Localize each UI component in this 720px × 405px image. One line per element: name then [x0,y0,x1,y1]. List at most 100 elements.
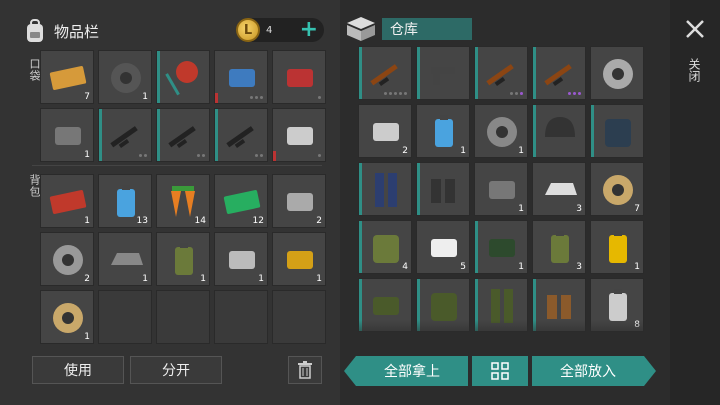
item-quantity: 1 [84,332,90,342]
storage-slot[interactable]: 7 [590,162,644,216]
bandage-icon [431,239,457,257]
storage-slot[interactable] [474,46,528,100]
item-quantity: 1 [316,274,322,284]
grid-sort-icon [491,362,509,380]
assault-rifle-icon [226,126,254,149]
item-quantity: 1 [142,92,148,102]
pocket-slot[interactable] [272,50,326,104]
storage-slot[interactable]: 3 [532,220,586,274]
backpack-slot[interactable]: 1 [272,232,326,286]
silver-ingots-icon [545,183,577,195]
item-quantity: 1 [518,146,524,156]
backpack-slot[interactable]: 1 [156,232,210,286]
backpack-slot[interactable] [156,290,210,344]
jerrycan-icon [551,231,569,263]
equipped-marker [359,47,362,99]
pocket-slot[interactable] [214,108,268,162]
storage-slot[interactable] [590,46,644,100]
upgrade-dots [510,92,523,95]
pistol-icon [431,67,455,85]
storage-slot[interactable]: 2 [358,104,412,158]
flashlight-icon [55,127,81,145]
storage-slot[interactable] [532,104,586,158]
storage-slot[interactable]: 1 [474,104,528,158]
backpack-slot[interactable]: 12 [214,174,268,228]
equipped-marker [359,163,362,215]
backpack-slot[interactable]: 1 [40,174,94,228]
storage-slot[interactable] [416,46,470,100]
item-quantity: 5 [460,262,466,272]
pocket-slot[interactable]: 7 [40,50,94,104]
durability-marker [273,151,276,161]
backpack-slot[interactable]: 1 [98,232,152,286]
storage-slot[interactable]: 1 [474,162,528,216]
storage-slot[interactable] [532,46,586,100]
backpack-slot[interactable] [272,290,326,344]
backpack-grid: 1 13 14 12 2 2 1 1 1 1 1 [40,174,326,344]
use-button[interactable]: 使用 [32,356,124,384]
item-quantity: 3 [576,204,582,214]
coupon-ticket-icon [49,66,87,90]
pocket-slot[interactable] [156,108,210,162]
storage-title: 仓库 [382,18,472,40]
item-quantity: 1 [84,150,90,160]
split-button[interactable]: 分开 [130,356,222,384]
backpack-slot[interactable] [214,290,268,344]
storage-slot[interactable] [358,46,412,100]
storage-slot[interactable]: 5 [416,220,470,274]
assault-rifle-icon [110,126,138,149]
equipped-marker [533,105,536,157]
duct-tape-icon [111,63,141,93]
backpack-slot[interactable]: 13 [98,174,152,228]
storage-header: 仓库 [346,16,472,42]
add-coins-button[interactable]: + [300,19,318,41]
item-quantity: 4 [402,262,408,272]
item-quantity: 7 [634,204,640,214]
fuel-can-icon [435,115,453,147]
sort-button[interactable] [472,356,528,386]
storage-slot[interactable]: 3 [532,162,586,216]
bearing-icon [53,245,83,275]
ak-rifle-icon [486,64,514,87]
pocket-slot[interactable] [272,108,326,162]
pocket-slot[interactable] [156,50,210,104]
pocket-slot[interactable]: 1 [98,50,152,104]
military-backpack-icon [373,235,399,263]
gold-watch-icon [287,251,313,269]
take-all-button[interactable]: 全部拿上 [356,356,468,386]
pocket-slot[interactable]: 1 [40,108,94,162]
storage-slot[interactable] [416,162,470,216]
put-all-button[interactable]: 全部放入 [532,356,644,386]
equipped-marker [417,47,420,99]
close-label[interactable]: 关闭 [686,58,703,82]
backpack-slot[interactable] [98,290,152,344]
backpack-slot[interactable]: 2 [272,174,326,228]
item-quantity: 1 [518,204,524,214]
storage-slot[interactable]: 1 [416,104,470,158]
storage-slot[interactable] [590,104,644,158]
storage-slot[interactable]: 1 [590,220,644,274]
equipped-marker [533,47,536,99]
storage-slot[interactable] [358,162,412,216]
gear-icon [487,117,517,147]
backpack-slot[interactable]: 1 [214,232,268,286]
storage-slot[interactable]: 1 [474,220,528,274]
pocket-slot[interactable] [214,50,268,104]
trash-button[interactable] [288,356,322,384]
item-quantity: 1 [84,216,90,226]
backpack-slot[interactable]: 14 [156,174,210,228]
pocket-slot[interactable] [98,108,152,162]
backpack-slot[interactable]: 1 [40,290,94,344]
item-quantity: 1 [142,274,148,284]
close-icon[interactable] [684,18,706,40]
spring-icon [489,181,515,199]
storage-slot[interactable]: 4 [358,220,412,274]
upgrade-dots [318,154,321,157]
coin-icon: L [236,18,260,42]
metal-ingot-icon [111,253,143,265]
storage-box-icon [347,17,375,41]
item-quantity: 14 [194,216,206,226]
equipped-marker [475,47,478,99]
backpack-slot[interactable]: 2 [40,232,94,286]
upgrade-dots [250,96,263,99]
